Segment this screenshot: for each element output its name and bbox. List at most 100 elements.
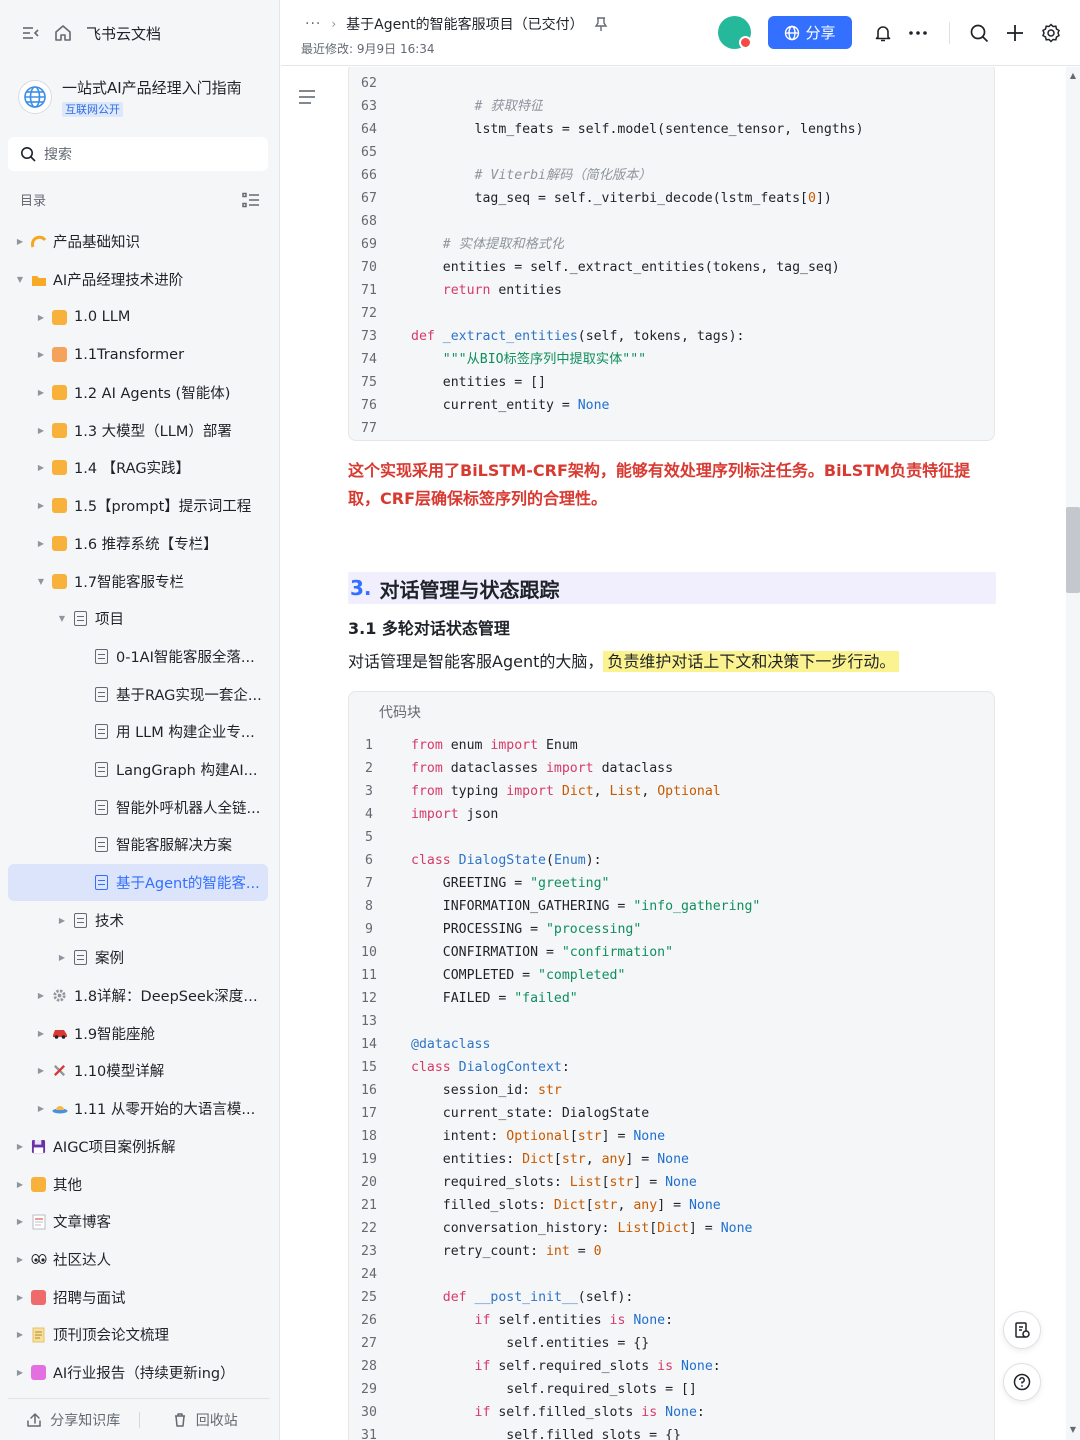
- code-text: @dataclass: [411, 1037, 491, 1052]
- code-line: 24: [349, 1263, 994, 1286]
- doc-title[interactable]: 基于Agent的智能客服项目（已交付）: [346, 14, 583, 34]
- toc-item[interactable]: ▶ AI行业报告（持续更新ing）: [8, 1354, 268, 1392]
- toc-item[interactable]: ▶ 文章博客: [8, 1203, 268, 1241]
- line-number: 72: [361, 306, 377, 321]
- caret-right-icon[interactable]: ▶: [14, 1180, 26, 1189]
- toc-item[interactable]: ▶ 1.4 【RAG实践】: [8, 449, 268, 487]
- toc-item[interactable]: ▶ 1.10模型详解: [8, 1052, 268, 1090]
- list-settings-icon[interactable]: [242, 192, 260, 208]
- toc-item[interactable]: 智能外呼机器人全链...: [8, 788, 268, 826]
- line-number: 64: [361, 122, 377, 137]
- toc-item[interactable]: 智能客服解决方案: [8, 826, 268, 864]
- toc-item[interactable]: ▶ 1.9智能座舱: [8, 1014, 268, 1052]
- caret-down-icon[interactable]: ▼: [14, 275, 26, 284]
- toc-item[interactable]: 基于Agent的智能客...: [8, 863, 268, 902]
- caret-right-icon[interactable]: ▶: [14, 1368, 26, 1377]
- caret-right-icon[interactable]: ▶: [35, 991, 47, 1000]
- code-line: 72: [349, 302, 994, 325]
- add-icon[interactable]: [1002, 20, 1028, 46]
- caret-right-icon[interactable]: ▶: [35, 1066, 47, 1075]
- caret-right-icon[interactable]: ▶: [35, 1104, 47, 1113]
- scrollbar[interactable]: [1066, 67, 1080, 1440]
- bell-icon[interactable]: [870, 20, 896, 46]
- toc-item[interactable]: ▶ 1.1Transformer: [8, 336, 268, 374]
- toc-item[interactable]: ▼ 项目: [8, 600, 268, 638]
- toc-item[interactable]: ▶ 1.6 推荐系统【专栏】: [8, 525, 268, 563]
- toc-item[interactable]: ▶ 1.11 从零开始的大语言模...: [8, 1090, 268, 1128]
- caret-right-icon[interactable]: ▶: [14, 1142, 26, 1151]
- caret-right-icon[interactable]: ▶: [14, 1293, 26, 1302]
- toc-item-label: 0-1AI智能客服全落...: [116, 649, 255, 666]
- line-number: 3: [365, 784, 373, 799]
- caret-right-icon[interactable]: ▶: [35, 501, 47, 510]
- section-title: 对话管理与状态跟踪: [379, 577, 560, 602]
- collapse-sidebar-icon[interactable]: [22, 25, 40, 41]
- toc-item[interactable]: ▶ 案例: [8, 939, 268, 977]
- more-options-icon[interactable]: [905, 20, 931, 46]
- toc-item[interactable]: LangGraph 构建AI...: [8, 751, 268, 789]
- toc-item[interactable]: ▶ 1.0 LLM: [8, 298, 268, 336]
- line-number: 27: [361, 1336, 377, 1351]
- caret-right-icon[interactable]: ▶: [35, 313, 47, 322]
- caret-down-icon[interactable]: ▼: [35, 577, 47, 586]
- search-input[interactable]: 搜索: [8, 137, 268, 171]
- home-icon[interactable]: [54, 24, 72, 42]
- code-text: current_entity = None: [411, 398, 610, 413]
- line-number: 15: [361, 1060, 377, 1075]
- knowledge-base-header[interactable]: 一站式AI产品经理入门指南 互联网公开: [18, 74, 268, 120]
- avatar[interactable]: [718, 16, 752, 49]
- trash-button[interactable]: 回收站: [140, 1410, 271, 1430]
- toc-item[interactable]: ▶ 社区达人: [8, 1241, 268, 1279]
- caret-right-icon[interactable]: ▶: [14, 1330, 26, 1339]
- doc-info-button[interactable]: [1003, 1311, 1041, 1349]
- toc-item[interactable]: ▶ 1.8详解：DeepSeek深度推...: [8, 977, 268, 1015]
- toc-item[interactable]: ▶ AIGC项目案例拆解: [8, 1128, 268, 1166]
- caret-right-icon[interactable]: ▶: [35, 388, 47, 397]
- scrollbar-thumb[interactable]: [1066, 507, 1080, 593]
- caret-right-icon[interactable]: ▶: [56, 953, 68, 962]
- outline-menu-icon[interactable]: [298, 89, 318, 107]
- share-knowledge-base-button[interactable]: 分享知识库: [8, 1410, 139, 1430]
- breadcrumb-more[interactable]: ···: [305, 16, 321, 32]
- caret-right-icon[interactable]: ▶: [14, 237, 26, 246]
- toc-item[interactable]: ▶ 其他: [8, 1165, 268, 1203]
- scroll-down-arrow[interactable]: ▼: [1067, 1424, 1079, 1436]
- pin-icon[interactable]: [594, 16, 608, 32]
- line-number: 11: [361, 968, 377, 983]
- caret-right-icon[interactable]: ▶: [35, 539, 47, 548]
- toc-item[interactable]: ▶ 产品基础知识: [8, 223, 268, 261]
- toc-item[interactable]: ▶ 技术: [8, 901, 268, 939]
- caret-right-icon[interactable]: ▶: [35, 1029, 47, 1038]
- help-icon: [1013, 1373, 1031, 1391]
- brand-name[interactable]: 飞书云文档: [86, 23, 161, 44]
- caret-right-icon[interactable]: ▶: [14, 1255, 26, 1264]
- scroll-up-arrow[interactable]: ▲: [1067, 70, 1079, 82]
- toc-item[interactable]: ▼ AI产品经理技术进阶: [8, 261, 268, 299]
- toc-item[interactable]: ▶ 1.2 AI Agents (智能体): [8, 374, 268, 412]
- line-number: 62: [361, 76, 377, 91]
- toc-item[interactable]: ▶ 1.5【prompt】提示词工程: [8, 487, 268, 525]
- settings-gear-icon[interactable]: [1038, 20, 1064, 46]
- toc-item[interactable]: 用 LLM 构建企业专...: [8, 713, 268, 751]
- code-block[interactable]: 62 63 # 获取特征 64 lstm_feats = self.model(se…: [348, 67, 995, 441]
- toc-header: 目录: [20, 190, 260, 209]
- toc-item[interactable]: ▶ 顶刊顶会论文梳理: [8, 1316, 268, 1354]
- toc-item[interactable]: ▶ 招聘与面试: [8, 1278, 268, 1316]
- help-button[interactable]: [1003, 1363, 1041, 1401]
- caret-right-icon[interactable]: ▶: [14, 1217, 26, 1226]
- code-block[interactable]: 代码块 1 from enum import Enum 2 from dataclas…: [348, 691, 995, 1440]
- toc-item[interactable]: 基于RAG实现一套企...: [8, 675, 268, 713]
- line-number: 18: [361, 1129, 377, 1144]
- caret-right-icon[interactable]: ▶: [35, 350, 47, 359]
- caret-down-icon[interactable]: ▼: [56, 614, 68, 623]
- caret-right-icon[interactable]: ▶: [56, 916, 68, 925]
- share-button[interactable]: 分享: [768, 16, 852, 49]
- search-icon[interactable]: [966, 20, 992, 46]
- line-number: 69: [361, 237, 377, 252]
- toc-item[interactable]: ▼ 1.7智能客服专栏: [8, 562, 268, 600]
- code-line: 1 from enum import Enum: [349, 734, 994, 757]
- caret-right-icon[interactable]: ▶: [35, 463, 47, 472]
- caret-right-icon[interactable]: ▶: [35, 426, 47, 435]
- toc-item[interactable]: ▶ 1.3 大模型（LLM）部署: [8, 411, 268, 449]
- toc-item[interactable]: 0-1AI智能客服全落...: [8, 638, 268, 676]
